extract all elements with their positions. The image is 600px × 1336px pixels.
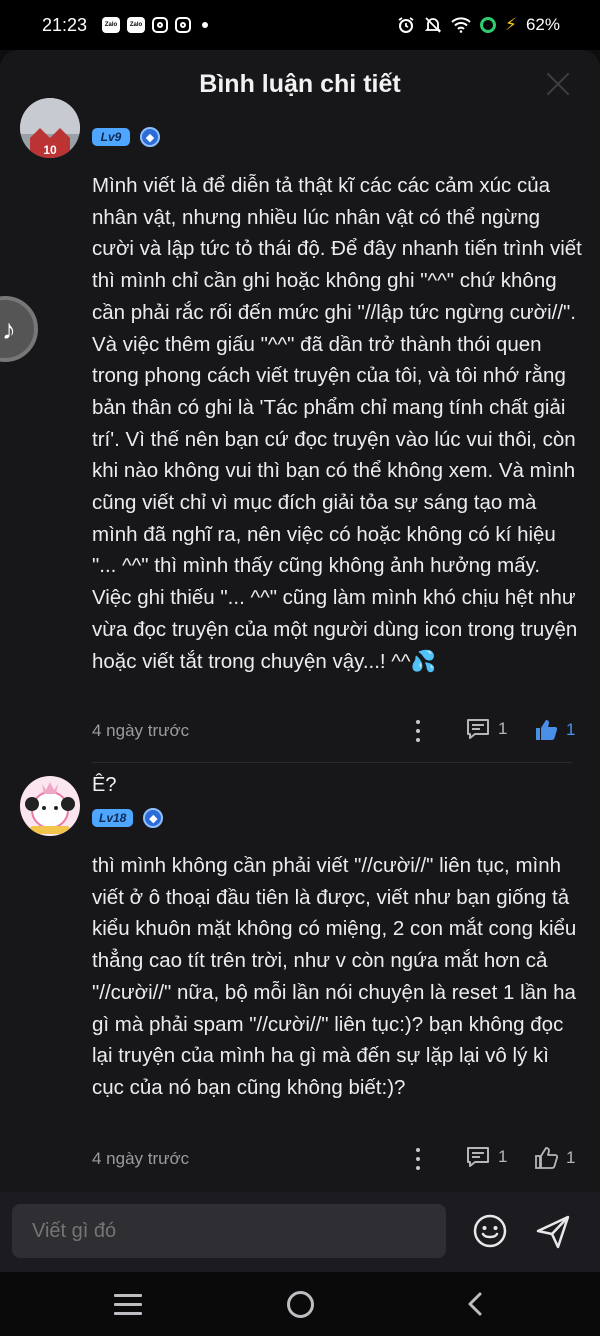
back-icon[interactable] [464,1292,488,1316]
like-count: 1 [566,1148,576,1167]
sheet-title: Bình luận chi tiết [199,69,401,98]
comment-actions: 4 ngày trước 1 1 [92,716,580,746]
comment-icon [467,1147,489,1167]
system-nav-bar [0,1272,600,1336]
avatar[interactable] [20,776,80,836]
status-time: 21:23 [42,14,88,35]
divider [92,762,572,763]
instagram-icon [175,17,192,33]
reply-count: 1 [498,1147,508,1166]
reply-button[interactable]: 1 [466,718,507,740]
send-icon[interactable] [534,1213,572,1251]
thumbs-up-icon [536,720,558,740]
battery-percent: 62% [525,15,560,34]
sheet-header: Bình luận chi tiết [0,50,600,118]
comment-time: 4 ngày trước [92,721,190,740]
emoji-icon[interactable] [472,1213,508,1249]
level-badge: Lv18 [92,809,134,827]
battery-saver-icon [480,17,497,33]
alarm-icon [398,17,414,33]
svg-text:10: 10 [43,143,57,157]
floating-tiktok-bubble[interactable]: ♪ [0,296,38,362]
like-count: 1 [566,720,576,739]
user-badges: Lv9 ◆ [92,127,160,147]
level-badge: Lv9 [92,128,130,146]
comment-time: 4 ngày trước [92,1149,190,1168]
comment-detail-sheet: Bình luận chi tiết 10 Lv9 ◆ Mình viết là… [0,50,600,1272]
home-icon[interactable] [287,1291,314,1318]
charging-icon: ⚡ [505,15,517,34]
status-bar: 21:23 Zalo Zalo ⚡ 62% [0,0,600,50]
avatar[interactable]: 10 [20,98,80,158]
reply-count: 1 [498,719,508,738]
comment-text: thì mình không cần phải viết "//cười//" … [92,854,577,1099]
more-options-icon[interactable] [410,1144,426,1174]
zalo-icon: Zalo [102,17,121,33]
user-badges: Lv18 ◆ [92,808,164,828]
comment-text: Mình viết là để diễn tả thật kĩ các các … [92,174,582,673]
reply-button[interactable]: 1 [466,1146,507,1168]
wifi-icon [451,17,471,33]
like-button[interactable]: 1 [534,1146,575,1170]
comment-icon [467,719,489,739]
comment-input[interactable] [12,1204,446,1258]
instagram-icon [152,17,169,33]
comment-username[interactable]: Ê? [92,774,116,797]
diamond-icon: ◆ [140,127,160,147]
thumbs-up-icon [535,1147,558,1169]
zalo-icon: Zalo [127,17,146,33]
comment-input-bar [0,1192,600,1272]
comment-actions: 4 ngày trước 1 1 [92,1144,580,1174]
like-button[interactable]: 1 [534,718,575,742]
more-notifications-icon [202,22,209,28]
close-icon[interactable] [546,72,570,96]
diamond-icon: ◆ [143,808,164,828]
recent-apps-icon[interactable] [114,1294,142,1316]
mute-icon [424,17,442,33]
tiktok-icon: ♪ [2,314,16,345]
more-options-icon[interactable] [410,716,426,746]
